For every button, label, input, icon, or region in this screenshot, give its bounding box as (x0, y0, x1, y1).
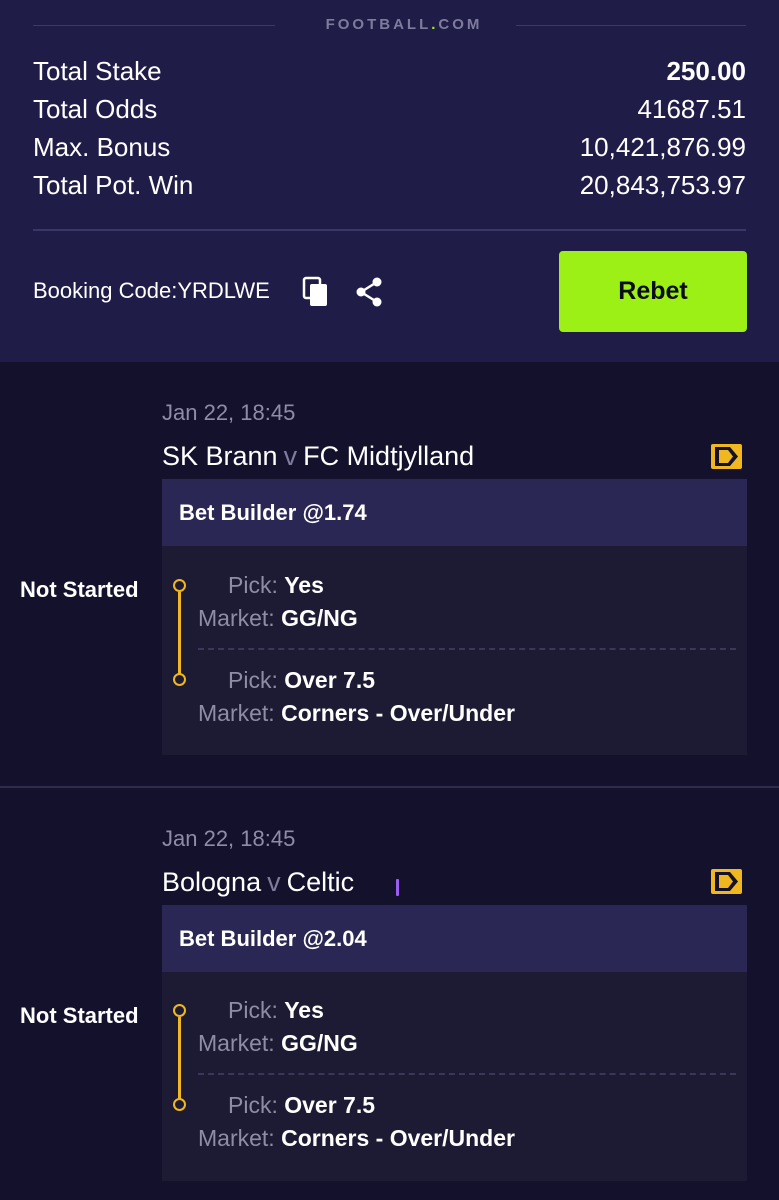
pick-row: Pick: Over 7.5 (228, 1092, 375, 1119)
pick-label: Pick: (228, 572, 278, 598)
match-title[interactable]: SK Brann v FC Midtjylland (162, 441, 474, 472)
max-bonus-value: 10,421,876.99 (579, 131, 746, 162)
away-team: FC Midtjylland (303, 441, 475, 471)
market-label: Market: (198, 1030, 275, 1056)
divider (0, 786, 779, 788)
timeline-bar (178, 592, 181, 674)
total-stake-label: Total Stake (33, 55, 162, 86)
max-bonus-row: Max. Bonus 10,421,876.99 (33, 128, 746, 166)
totals: Total Stake 250.00 Total Odds 41687.51 M… (33, 52, 746, 204)
divider (198, 648, 736, 650)
pick-row: Pick: Yes (228, 572, 324, 599)
bet-builder-label: Bet Builder @2.04 (179, 925, 367, 951)
pick-row: Pick: Over 7.5 (228, 667, 375, 694)
expand-icon[interactable] (711, 444, 742, 469)
selection-list: Pick: Yes Market: GG/NG Pick: Over 7.5 M… (162, 972, 747, 1181)
total-stake-row: Total Stake 250.00 (33, 52, 746, 90)
market-value: Corners - Over/Under (281, 700, 515, 726)
pick-label: Pick: (228, 997, 278, 1023)
timeline-dot-icon (173, 579, 186, 592)
bet-builder-header: Bet Builder @2.04 (162, 905, 747, 972)
away-team: Celtic (286, 867, 355, 897)
total-pot-win-label: Total Pot. Win (33, 169, 194, 200)
match-date: Jan 22, 18:45 (162, 826, 296, 851)
selection-list: Pick: Yes Market: GG/NG Pick: Over 7.5 M… (162, 546, 747, 755)
market-row: Market: GG/NG (198, 1030, 358, 1057)
total-pot-win-value: 20,843,753.97 (579, 169, 746, 200)
total-pot-win-row: Total Pot. Win 20,843,753.97 (33, 166, 746, 204)
market-value: Corners - Over/Under (281, 1125, 515, 1151)
versus-label: v (267, 867, 281, 897)
market-label: Market: (198, 605, 275, 631)
rebet-button[interactable]: Rebet (559, 251, 747, 332)
timeline-dot-icon (173, 1004, 186, 1017)
brand-row: FOOTBALL.COM (33, 14, 746, 36)
bet-builder-label: Bet Builder @1.74 (179, 499, 367, 525)
market-row: Market: Corners - Over/Under (198, 700, 515, 727)
total-odds-label: Total Odds (33, 93, 158, 124)
total-stake-value: 250.00 (666, 55, 746, 86)
pick-label: Pick: (228, 667, 278, 693)
timeline-bar (178, 1017, 181, 1099)
market-label: Market: (198, 1125, 275, 1151)
divider (33, 25, 275, 26)
match-date: Jan 22, 18:45 (162, 400, 296, 425)
pick-value: Yes (284, 572, 324, 598)
divider (516, 25, 746, 26)
market-label: Market: (198, 700, 275, 726)
total-odds-value: 41687.51 (637, 93, 746, 124)
market-value: GG/NG (281, 1030, 358, 1056)
market-value: GG/NG (281, 605, 358, 631)
total-odds-row: Total Odds 41687.51 (33, 90, 746, 128)
status-label: Not Started (20, 577, 139, 602)
match-title[interactable]: Bologna v Celtic (162, 867, 354, 898)
expand-icon[interactable] (711, 869, 742, 894)
brand-logo: FOOTBALL.COM (325, 16, 483, 33)
home-team: SK Brann (162, 441, 278, 471)
share-icon[interactable] (353, 276, 385, 308)
pick-value: Over 7.5 (284, 667, 376, 693)
bet-summary: FOOTBALL.COM Total Stake 250.00 Total Od… (0, 0, 779, 362)
pick-label: Pick: (228, 1092, 278, 1118)
pick-value: Yes (284, 997, 324, 1023)
timeline-dot-icon (173, 1098, 186, 1111)
versus-label: v (283, 441, 298, 471)
divider (198, 1073, 736, 1075)
text-cursor (396, 879, 399, 896)
market-row: Market: Corners - Over/Under (198, 1125, 515, 1152)
max-bonus-label: Max. Bonus (33, 131, 171, 162)
pick-row: Pick: Yes (228, 997, 324, 1024)
market-row: Market: GG/NG (198, 605, 358, 632)
timeline-dot-icon (173, 673, 186, 686)
booking-code: Booking Code:YRDLWE (33, 278, 270, 303)
bet-builder-header: Bet Builder @1.74 (162, 479, 747, 546)
home-team: Bologna (162, 867, 262, 897)
divider (33, 229, 746, 231)
status-label: Not Started (20, 1003, 139, 1028)
pick-value: Over 7.5 (284, 1092, 376, 1118)
copy-icon[interactable] (302, 276, 330, 308)
